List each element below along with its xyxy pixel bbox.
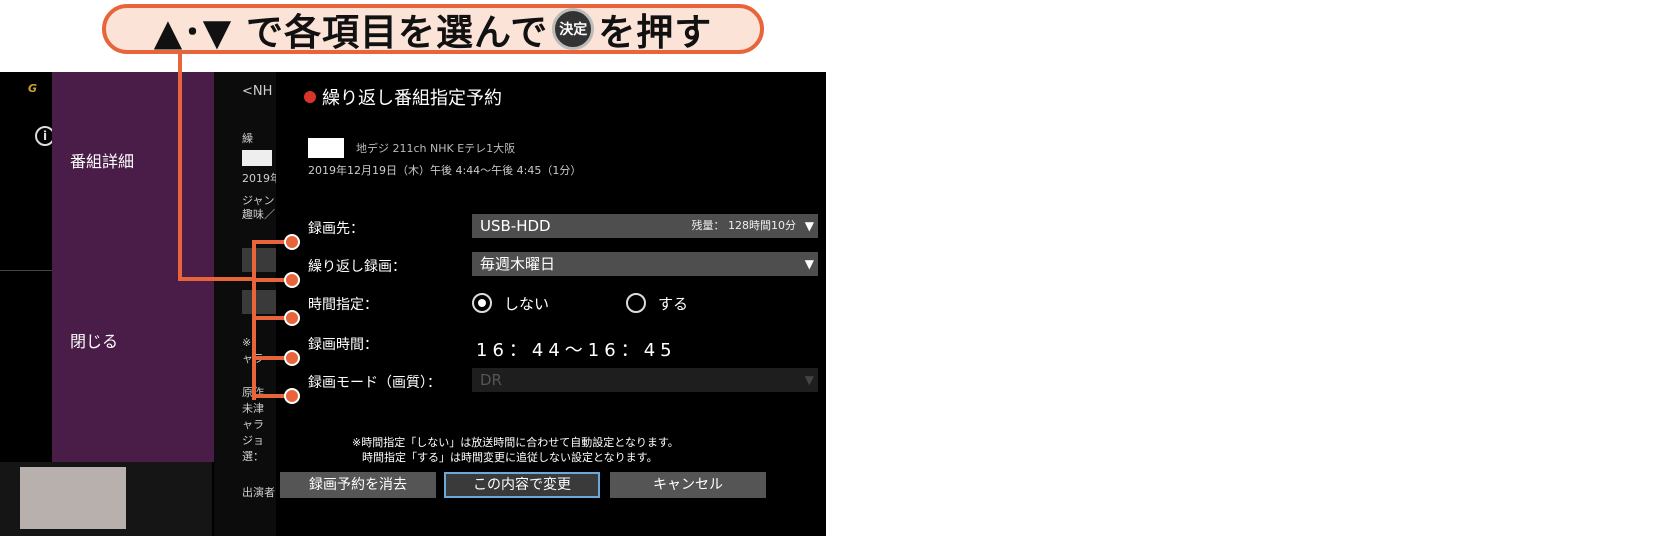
radio-no-label: しない <box>504 295 550 313</box>
rec-time-label: 録画時間： <box>308 337 378 353</box>
callout-dot <box>284 310 300 326</box>
bg-hobby: 趣味／ <box>242 208 275 221</box>
bg-button <box>242 248 276 272</box>
dialog-title-text: 繰り返し番組指定予約 <box>322 88 502 109</box>
destination-value: USB-HDD <box>480 217 551 235</box>
bg-line: 選： <box>242 450 264 463</box>
rec-mode-select: DR ▼ <box>472 368 818 392</box>
bg-line: 未津 <box>242 402 264 415</box>
note-line-2: 時間指定「する」は時間変更に追従しない設定となります。 <box>362 451 658 464</box>
callout-dot <box>284 388 300 404</box>
callout-dot <box>284 234 300 250</box>
program-datetime: 2019年12月19日（木）午後 4:44〜午後 4:45（1分） <box>308 164 582 177</box>
preview-thumbnail <box>20 467 126 529</box>
time-spec-label: 時間指定： <box>308 297 378 313</box>
reservation-icon <box>304 91 316 103</box>
radio-yes-label: する <box>658 295 689 313</box>
callout-dot <box>284 272 300 288</box>
channel-name: 地デジ 211ch NHK Eテレ1大阪 <box>356 142 516 155</box>
side-menu: 番組詳細 閉じる <box>52 72 214 462</box>
dropdown-arrow-icon: ▼ <box>804 219 814 233</box>
rec-time-value: 16：44～16：45 <box>476 340 677 361</box>
callout-connector <box>252 242 256 400</box>
rec-mode-label: 録画モード（画質）： <box>308 375 441 391</box>
enter-button-icon: 決定 <box>552 8 595 50</box>
destination-label: 録画先： <box>308 221 364 237</box>
rec-mode-value: DR <box>480 371 502 389</box>
dropdown-arrow-icon: ▼ <box>804 257 814 271</box>
radio-time-spec[interactable] <box>626 293 646 313</box>
bg-channel: <NH <box>242 84 273 99</box>
delete-reservation-button[interactable]: 録画予約を消去 <box>280 472 436 498</box>
cancel-button[interactable]: キャンセル <box>610 472 766 498</box>
repeat-select[interactable]: 毎週木曜日 ▼ <box>472 252 818 276</box>
callout-dot <box>284 350 300 366</box>
callout-connector <box>252 240 288 244</box>
remaining-capacity: 残量： 128時間10分 <box>691 219 797 232</box>
callout-connector <box>252 356 288 360</box>
callout-text-before: ▲･▼ で各項目を選んで <box>153 11 549 54</box>
repeat-value: 毎週木曜日 <box>480 255 556 273</box>
bg-line: ※ <box>242 336 252 349</box>
callout-connector <box>252 278 288 282</box>
bg-line: 出演者 <box>242 486 275 499</box>
brand-logo: G <box>28 82 38 95</box>
apply-change-button[interactable]: この内容で変更 <box>444 472 600 498</box>
bg-line: ジョ <box>242 434 264 447</box>
bg-button <box>242 290 276 314</box>
menu-item-program-details[interactable]: 番組詳細 <box>70 148 134 172</box>
note-line-1: ※時間指定「しない」は放送時間に合わせて自動設定となります。 <box>352 436 679 449</box>
destination-select[interactable]: USB-HDD 残量： 128時間10分 ▼ <box>472 214 818 238</box>
callout-connector <box>178 277 254 281</box>
menu-item-close[interactable]: 閉じる <box>70 328 118 352</box>
tv-screen: G i 番組詳細 閉じる <NH 繰 2019年 ジャン 趣味／ ※ ャラ 原作… <box>0 72 826 536</box>
bg-block <box>242 150 272 166</box>
bg-year: 2019年 <box>242 172 276 185</box>
radio-no-time-spec[interactable] <box>472 293 492 313</box>
callout-connector <box>252 316 288 320</box>
repeat-label: 繰り返し録画： <box>308 259 406 275</box>
divider <box>0 270 52 271</box>
repeat-reservation-dialog: 繰り返し番組指定予約 地デジ 211ch NHK Eテレ1大阪 2019年12月… <box>276 72 826 536</box>
dialog-title: 繰り返し番組指定予約 <box>304 84 502 110</box>
callout-connector <box>252 394 288 398</box>
background-program-detail: <NH 繰 2019年 ジャン 趣味／ ※ ャラ 原作 未津 ャラ ジョ 選： … <box>214 72 276 536</box>
channel-logo <box>308 138 344 158</box>
bg-line: ャラ <box>242 418 264 431</box>
instruction-callout: ▲･▼ で各項目を選んで 決定 を押す <box>102 4 764 54</box>
bg-title: 繰 <box>242 132 253 145</box>
dropdown-arrow-icon: ▼ <box>804 373 814 387</box>
callout-text-after: を押す <box>598 11 713 54</box>
callout-connector <box>178 54 182 281</box>
